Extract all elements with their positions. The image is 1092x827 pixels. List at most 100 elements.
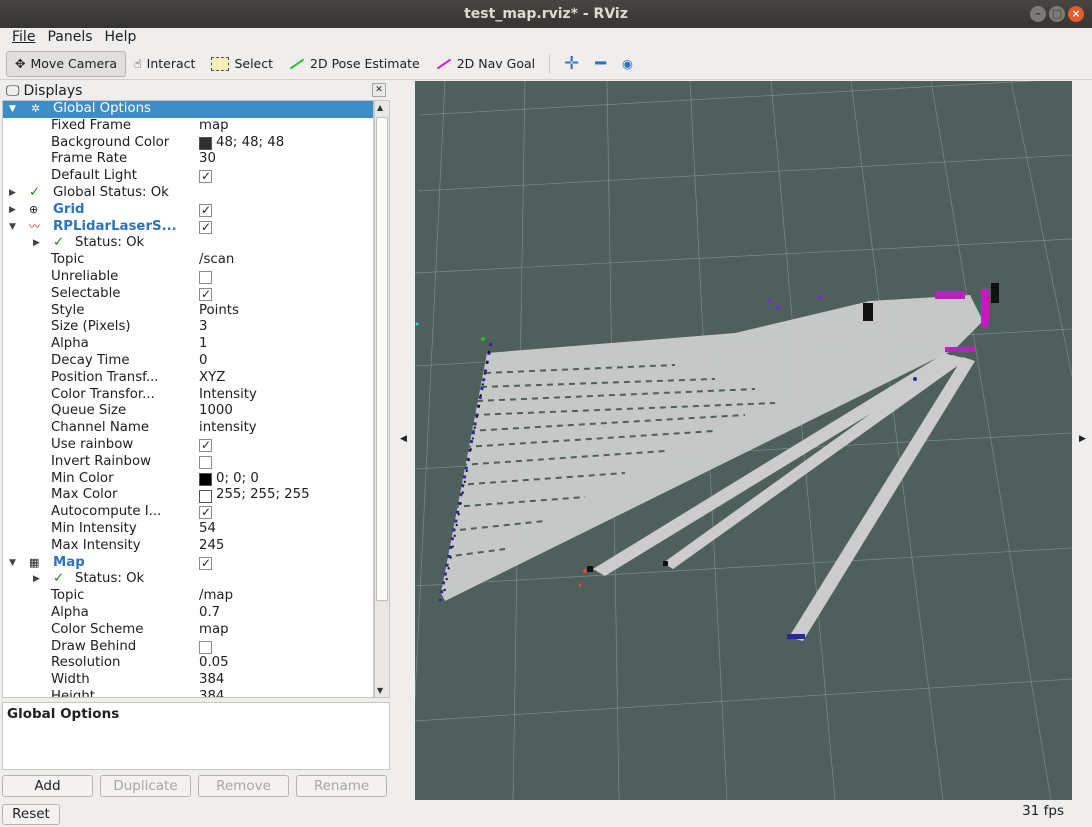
rename-button[interactable]: Rename bbox=[296, 775, 387, 797]
prop-default-light[interactable]: Default Light bbox=[3, 168, 373, 185]
prop-map-topic[interactable]: Topic/map bbox=[3, 588, 373, 605]
scrollbar-thumb[interactable] bbox=[376, 117, 388, 601]
property-description: Global Options bbox=[2, 702, 390, 770]
pose-estimate-button[interactable]: 2D Pose Estimate bbox=[281, 51, 428, 77]
tree-item-global-options[interactable]: ▼ ✲ Global Options bbox=[3, 101, 373, 118]
laserscan-icon: 〰 bbox=[29, 219, 40, 233]
invert-rainbow-checkbox[interactable] bbox=[199, 455, 212, 469]
prop-color-transformer[interactable]: Color Transfor... Intensity bbox=[3, 387, 373, 404]
draw-behind-checkbox[interactable] bbox=[199, 640, 212, 654]
toolbar: ✥ Move Camera ☝ Interact Select 2D Pose … bbox=[0, 48, 1092, 80]
expand-arrow-icon[interactable]: ▶ bbox=[9, 185, 16, 202]
prop-color-scheme[interactable]: Color Scheme map bbox=[3, 622, 373, 639]
scan-fan bbox=[441, 295, 983, 601]
hand-pointer-icon: ☝ bbox=[134, 56, 142, 71]
lidar-enabled-checkbox[interactable] bbox=[199, 219, 212, 235]
tree-item-global-status[interactable]: ▶ ✓ Global Status: Ok bbox=[3, 185, 373, 202]
scroll-down-icon[interactable]: ▼ bbox=[377, 686, 383, 695]
close-panel-icon[interactable]: ✕ bbox=[372, 83, 386, 97]
grid-enabled-checkbox[interactable] bbox=[199, 202, 212, 219]
nav-goal-button[interactable]: 2D Nav Goal bbox=[428, 51, 543, 77]
prop-fixed-frame[interactable]: Fixed Frame map bbox=[3, 118, 373, 135]
prop-autocompute-intensity[interactable]: Autocompute I... bbox=[3, 504, 373, 521]
window-titlebar: test_map.rviz* - RViz – □ × bbox=[0, 0, 1092, 28]
map-icon: ▦ bbox=[29, 555, 40, 569]
collapse-right-icon[interactable]: ▶ bbox=[1079, 434, 1086, 444]
render-viewport[interactable] bbox=[415, 81, 1072, 800]
default-light-checkbox[interactable] bbox=[199, 168, 212, 185]
close-icon[interactable]: × bbox=[1068, 6, 1084, 22]
prop-selectable[interactable]: Selectable bbox=[3, 286, 373, 303]
use-rainbow-checkbox[interactable] bbox=[199, 437, 212, 454]
prop-max-intensity[interactable]: Max Intensity 245 bbox=[3, 538, 373, 555]
menu-panels[interactable]: Panels bbox=[41, 28, 98, 48]
prop-invert-rainbow[interactable]: Invert Rainbow bbox=[3, 454, 373, 471]
scroll-up-icon[interactable]: ▲ bbox=[377, 103, 383, 112]
prop-alpha[interactable]: Alpha 1 bbox=[3, 336, 373, 353]
prop-use-rainbow[interactable]: Use rainbow bbox=[3, 437, 373, 454]
collapse-arrow-icon[interactable]: ▼ bbox=[9, 101, 16, 118]
prop-topic[interactable]: Topic/scan bbox=[3, 252, 373, 269]
expand-arrow-icon[interactable]: ▶ bbox=[33, 235, 40, 252]
prop-width[interactable]: Width 384 bbox=[3, 672, 373, 689]
add-tool-button[interactable]: ✛ bbox=[556, 51, 587, 77]
tree-item-rplidar[interactable]: ▼ 〰 RPLidarLaserS... bbox=[3, 219, 373, 236]
prop-min-intensity[interactable]: Min Intensity 54 bbox=[3, 521, 373, 538]
duplicate-button[interactable]: Duplicate bbox=[100, 775, 191, 797]
fps-counter: 31 fps bbox=[1022, 803, 1064, 819]
maximize-icon[interactable]: □ bbox=[1049, 6, 1065, 22]
tree-item-map-status[interactable]: ▶ ✓ Status: Ok bbox=[3, 571, 373, 588]
minus-icon: ━ bbox=[595, 53, 607, 74]
expand-arrow-icon[interactable]: ▶ bbox=[9, 202, 16, 219]
autocompute-checkbox[interactable] bbox=[199, 504, 212, 521]
displays-tree: ▼ ✲ Global Options Fixed Frame map Backgr… bbox=[2, 100, 374, 698]
unreliable-checkbox[interactable] bbox=[199, 270, 212, 284]
prop-height[interactable]: Height 384 bbox=[3, 689, 373, 697]
prop-channel-name[interactable]: Channel Name intensity bbox=[3, 420, 373, 437]
menu-file[interactable]: File bbox=[6, 28, 41, 48]
collapse-left-icon[interactable]: ◀ bbox=[400, 434, 407, 444]
prop-queue-size[interactable]: Queue Size 1000 bbox=[3, 403, 373, 420]
remove-button[interactable]: Remove bbox=[198, 775, 289, 797]
prop-decay-time[interactable]: Decay Time 0 bbox=[3, 353, 373, 370]
check-icon: ✓ bbox=[29, 184, 41, 200]
tree-item-grid[interactable]: ▶ ⊕ Grid bbox=[3, 202, 373, 219]
view-toggle-button[interactable]: ◉ bbox=[614, 51, 641, 77]
select-rect-icon bbox=[211, 56, 230, 71]
prop-unreliable[interactable]: Unreliable bbox=[3, 269, 373, 286]
gear-icon: ✲ bbox=[31, 102, 41, 115]
interact-button[interactable]: ☝ Interact bbox=[126, 51, 203, 77]
map-enabled-checkbox[interactable] bbox=[199, 555, 212, 571]
expand-arrow-icon[interactable]: ▶ bbox=[33, 571, 40, 588]
tree-item-lidar-status[interactable]: ▶ ✓ Status: Ok bbox=[3, 235, 373, 252]
magenta-arrow-icon bbox=[436, 58, 451, 69]
prop-background-color[interactable]: Background Color 48; 48; 48 bbox=[3, 135, 373, 152]
prop-position-transformer[interactable]: Position Transf... XYZ bbox=[3, 370, 373, 387]
prop-resolution[interactable]: Resolution 0.05 bbox=[3, 655, 373, 672]
tree-scrollbar[interactable]: ▲ ▼ bbox=[374, 100, 390, 698]
remove-tool-button[interactable]: ━ bbox=[587, 51, 614, 77]
prop-frame-rate[interactable]: Frame Rate 30 bbox=[3, 151, 373, 168]
prop-size[interactable]: Size (Pixels) 3 bbox=[3, 319, 373, 336]
green-arrow-icon bbox=[289, 58, 305, 69]
select-button[interactable]: Select bbox=[203, 51, 281, 77]
prop-map-alpha[interactable]: Alpha 0.7 bbox=[3, 605, 373, 622]
minimize-icon[interactable]: – bbox=[1030, 6, 1046, 22]
prop-draw-behind[interactable]: Draw Behind bbox=[3, 639, 373, 656]
menu-help[interactable]: Help bbox=[99, 28, 143, 48]
prop-min-color[interactable]: Min Color 0; 0; 0 bbox=[3, 471, 373, 488]
prop-max-color[interactable]: Max Color 255; 255; 255 bbox=[3, 487, 373, 504]
collapse-arrow-icon[interactable]: ▼ bbox=[9, 555, 16, 572]
move-camera-button[interactable]: ✥ Move Camera bbox=[6, 50, 127, 77]
collapse-arrow-icon[interactable]: ▼ bbox=[9, 219, 16, 236]
window-title: test_map.rviz* - RViz bbox=[464, 6, 628, 22]
viewport-canvas[interactable] bbox=[415, 81, 1072, 800]
description-title: Global Options bbox=[7, 706, 120, 722]
prop-style[interactable]: Style Points bbox=[3, 303, 373, 320]
tree-item-map[interactable]: ▼ ▦ Map bbox=[3, 555, 373, 572]
color-swatch bbox=[199, 137, 212, 151]
reset-button[interactable]: Reset bbox=[2, 804, 60, 825]
add-button[interactable]: Add bbox=[2, 775, 93, 797]
eye-icon: ◉ bbox=[622, 56, 633, 71]
selectable-checkbox[interactable] bbox=[199, 286, 212, 303]
